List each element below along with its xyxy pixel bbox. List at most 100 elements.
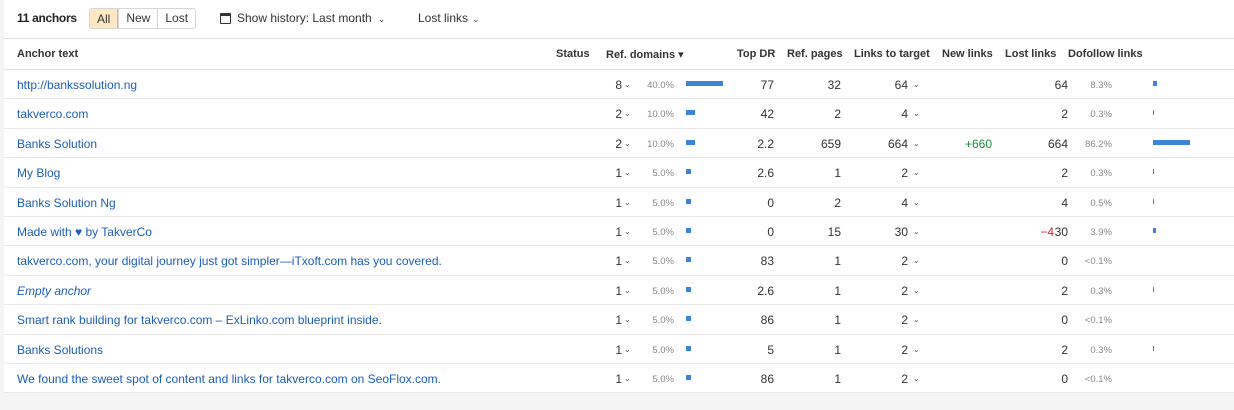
links-to-target-value[interactable]: 64 [870,78,908,92]
anchor-text-link[interactable]: Banks Solutions [17,343,103,357]
chevron-down-icon[interactable]: ⌄ [913,80,920,89]
anchor-text-link[interactable]: Smart rank building for takverco.com – E… [17,313,382,327]
links-to-target-value[interactable]: 2 [870,313,908,327]
ref-pages-value[interactable]: 15 [801,225,841,239]
chevron-down-icon[interactable]: ⌄ [913,256,920,265]
links-to-target-value[interactable]: 664 [870,137,908,151]
chevron-down-icon[interactable]: ⌄ [624,80,631,89]
ref-domains-value[interactable]: 8 [602,78,622,92]
filter-lost-button[interactable]: Lost [157,9,195,28]
ref-domains-value[interactable]: 1 [602,225,622,239]
chevron-down-icon[interactable]: ⌄ [913,109,920,118]
dofollow-value[interactable]: 2 [1034,107,1068,121]
chevron-down-icon[interactable]: ⌄ [913,198,920,207]
anchor-text-link[interactable]: Empty anchor [17,284,91,298]
dofollow-value[interactable]: 64 [1034,78,1068,92]
col-dofollow-links[interactable]: Dofollow links [1068,48,1143,60]
links-to-target-value[interactable]: 4 [870,107,908,121]
ref-domains-value[interactable]: 1 [602,313,622,327]
lost-links-label: Lost links [418,11,469,25]
col-links-to-target[interactable]: Links to target [854,48,930,60]
ref-domains-value[interactable]: 1 [602,254,622,268]
chevron-down-icon[interactable]: ⌄ [624,256,631,265]
lost-links-dropdown[interactable]: Lost links ⌄ [418,11,480,25]
chevron-down-icon[interactable]: ⌄ [913,227,920,236]
links-to-target-value[interactable]: 2 [870,343,908,357]
filter-all-button[interactable]: All [90,9,119,28]
ref-pages-value[interactable]: 659 [801,137,841,151]
ref-pages-value[interactable]: 1 [801,166,841,180]
col-ref-domains[interactable]: Ref. domains ▾ [606,48,684,61]
filter-new-button[interactable]: New [118,9,157,28]
links-to-target-value[interactable]: 30 [870,225,908,239]
col-top-dr[interactable]: Top DR [737,48,775,60]
ref-domains-value[interactable]: 1 [602,166,622,180]
col-new-links[interactable]: New links [942,48,993,60]
anchor-text-link[interactable]: takverco.com [17,107,88,121]
links-to-target-value[interactable]: 2 [870,284,908,298]
chevron-down-icon[interactable]: ⌄ [624,227,631,236]
new-links-value: +660 [964,136,992,151]
chevron-down-icon[interactable]: ⌄ [913,168,920,177]
dofollow-value[interactable]: 4 [1034,196,1068,210]
ref-pages-value[interactable]: 32 [801,78,841,92]
ref-pages-value[interactable]: 2 [801,196,841,210]
chevron-down-icon[interactable]: ⌄ [913,139,920,148]
ref-pages-value[interactable]: 1 [801,343,841,357]
col-status[interactable]: Status [556,48,590,60]
chevron-down-icon: ⌄ [472,13,480,24]
anchor-text-link[interactable]: Banks Solution Ng [17,196,116,210]
ref-domains-value[interactable]: 2 [602,107,622,121]
links-to-target-value[interactable]: 2 [870,166,908,180]
dofollow-percent: 0.3% [1090,168,1112,180]
ref-domains-value[interactable]: 2 [602,137,622,151]
ref-domains-value[interactable]: 1 [602,343,622,357]
ref-pages-value[interactable]: 1 [801,284,841,298]
chevron-down-icon[interactable]: ⌄ [624,139,631,148]
dofollow-value[interactable]: 2 [1034,284,1068,298]
dofollow-value[interactable]: 0 [1034,254,1068,268]
anchor-text-link[interactable]: We found the sweet spot of content and l… [17,372,441,386]
links-to-target-value[interactable]: 2 [870,254,908,268]
chevron-down-icon[interactable]: ⌄ [913,286,920,295]
anchor-text-link[interactable]: My Blog [17,166,60,180]
show-history-dropdown[interactable]: Show history: Last month ⌄ [220,11,385,25]
ref-pages-value[interactable]: 1 [801,254,841,268]
links-to-target-value[interactable]: 2 [870,372,908,386]
col-anchor-text[interactable]: Anchor text [17,48,78,60]
dofollow-value[interactable]: 2 [1034,343,1068,357]
ref-domains-bar [686,110,695,116]
chevron-down-icon[interactable]: ⌄ [624,374,631,383]
dofollow-percent: <0.1% [1084,256,1112,268]
chevron-down-icon[interactable]: ⌄ [624,286,631,295]
table-row: Made with ♥ by TakverCo 1 ⌄ 5.0% 0 15 30… [4,217,1234,247]
ref-pages-value[interactable]: 2 [801,107,841,121]
dofollow-value[interactable]: 0 [1034,313,1068,327]
dofollow-value[interactable]: 30 [1034,225,1068,239]
ref-pages-value[interactable]: 1 [801,372,841,386]
anchors-table-body: http://bankssolution.ng 8 ⌄ 40.0% 77 32 … [4,70,1234,394]
dofollow-value[interactable]: 0 [1034,372,1068,386]
ref-pages-value[interactable]: 1 [801,313,841,327]
anchor-text-link[interactable]: takverco.com, your digital journey just … [17,254,442,268]
ref-domains-value[interactable]: 1 [602,196,622,210]
anchor-text-link[interactable]: Made with ♥ by TakverCo [17,225,152,239]
dofollow-value[interactable]: 664 [1034,137,1068,151]
chevron-down-icon[interactable]: ⌄ [913,345,920,354]
chevron-down-icon[interactable]: ⌄ [913,315,920,324]
chevron-down-icon[interactable]: ⌄ [624,198,631,207]
anchor-text-link[interactable]: http://bankssolution.ng [17,78,137,92]
col-lost-links[interactable]: Lost links [1005,48,1056,60]
ref-domains-value[interactable]: 1 [602,284,622,298]
chevron-down-icon[interactable]: ⌄ [913,374,920,383]
dofollow-percent: 8.3% [1090,80,1112,91]
chevron-down-icon[interactable]: ⌄ [624,168,631,177]
links-to-target-value[interactable]: 4 [870,196,908,210]
dofollow-value[interactable]: 2 [1034,166,1068,180]
chevron-down-icon[interactable]: ⌄ [624,345,631,354]
chevron-down-icon[interactable]: ⌄ [624,315,631,324]
anchor-text-link[interactable]: Banks Solution [17,137,97,151]
col-ref-pages[interactable]: Ref. pages [787,48,843,60]
ref-domains-value[interactable]: 1 [602,372,622,386]
chevron-down-icon[interactable]: ⌄ [624,109,631,118]
